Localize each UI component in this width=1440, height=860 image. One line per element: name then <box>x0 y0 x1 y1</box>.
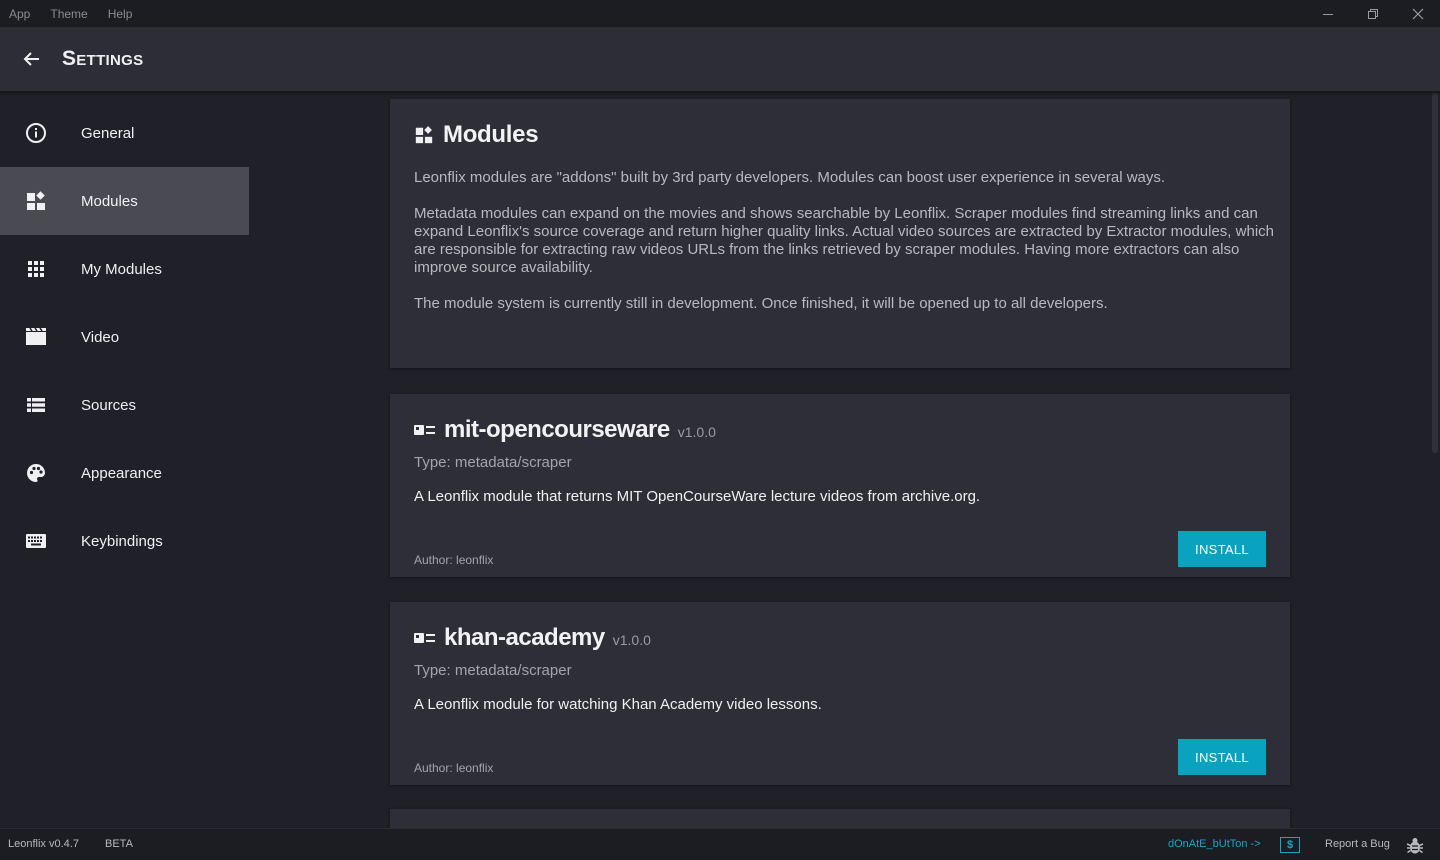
minimize-button[interactable] <box>1305 0 1350 27</box>
settings-sidebar: General Modules My Modules Video Sources <box>0 91 249 828</box>
menu-theme[interactable]: Theme <box>50 7 87 21</box>
bug-icon[interactable] <box>1405 836 1425 856</box>
grid-icon <box>25 258 47 280</box>
back-button[interactable] <box>12 39 52 79</box>
module-card-icon <box>414 633 435 643</box>
sidebar-item-sources[interactable]: Sources <box>0 371 249 439</box>
arrow-left-icon <box>23 52 39 66</box>
intro-paragraph: Metadata modules can expand on the movie… <box>414 205 1274 276</box>
list-icon <box>25 394 47 416</box>
sidebar-item-video[interactable]: Video <box>0 303 249 371</box>
close-icon <box>1412 8 1423 19</box>
sidebar-item-modules[interactable]: Modules <box>0 167 249 235</box>
menu-app[interactable]: App <box>9 7 30 21</box>
settings-header: Settings <box>0 27 1440 91</box>
module-author: Author: leonflix <box>414 553 494 567</box>
sidebar-item-label: General <box>81 124 135 142</box>
palette-icon <box>25 462 47 484</box>
sidebar-item-general[interactable]: General <box>0 99 249 167</box>
modules-icon <box>415 126 433 144</box>
title-bar: App Theme Help <box>0 0 1440 27</box>
sidebar-item-label: Modules <box>81 192 138 210</box>
scrollbar-thumb[interactable] <box>1432 93 1438 453</box>
module-card: mit-opencourseware v1.0.0 Type: metadata… <box>390 394 1290 577</box>
sidebar-item-label: Video <box>81 328 120 346</box>
module-name: khan-academy <box>444 624 605 651</box>
restore-button[interactable] <box>1350 0 1395 27</box>
module-version: v1.0.0 <box>612 632 651 648</box>
sidebar-item-label: Sources <box>81 396 137 414</box>
module-version: v1.0.0 <box>677 424 716 440</box>
modules-intro-card: Modules Leonflix modules are "addons" bu… <box>390 99 1290 368</box>
sidebar-item-keybindings[interactable]: Keybindings <box>0 507 249 575</box>
module-card-icon <box>414 425 435 435</box>
sidebar-item-label: My Modules <box>81 260 162 278</box>
module-type: Type: metadata/scraper <box>414 662 572 679</box>
film-icon <box>25 326 47 348</box>
intro-title-row: Modules <box>414 121 539 149</box>
donate-link[interactable]: dOnAtE_bUtTon -> <box>1168 838 1261 850</box>
close-button[interactable] <box>1395 0 1440 27</box>
module-description: A Leonflix module that returns MIT OpenC… <box>414 488 981 505</box>
page-title: Settings <box>62 47 144 70</box>
modules-icon <box>25 190 47 212</box>
intro-title: Modules <box>443 121 539 148</box>
settings-content[interactable]: Modules Leonflix modules are "addons" bu… <box>249 91 1430 828</box>
report-bug-link[interactable]: Report a Bug <box>1325 838 1390 850</box>
module-card-partial <box>390 809 1290 828</box>
module-title-row: khan-academy v1.0.0 <box>414 624 651 652</box>
module-author: Author: leonflix <box>414 761 494 775</box>
module-card: khan-academy v1.0.0 Type: metadata/scrap… <box>390 602 1290 785</box>
sidebar-item-label: Keybindings <box>81 532 163 550</box>
menu-help[interactable]: Help <box>108 7 133 21</box>
module-title-row: mit-opencourseware v1.0.0 <box>414 416 716 444</box>
status-bar: Leonflix v0.4.7 BETA dOnAtE_bUtTon -> $ … <box>0 828 1440 860</box>
install-button[interactable]: INSTALL <box>1178 739 1266 775</box>
intro-paragraph: Leonflix modules are "addons" built by 3… <box>414 169 1166 186</box>
module-description: A Leonflix module for watching Khan Acad… <box>414 696 822 713</box>
app-version: Leonflix v0.4.7 <box>8 838 79 850</box>
module-name: mit-opencourseware <box>444 416 670 443</box>
window-controls <box>1305 0 1440 27</box>
restore-icon <box>1367 8 1378 19</box>
sidebar-item-my-modules[interactable]: My Modules <box>0 235 249 303</box>
sidebar-item-label: Appearance <box>81 464 162 482</box>
beta-badge: BETA <box>105 838 133 850</box>
dollar-icon[interactable]: $ <box>1280 837 1300 853</box>
intro-paragraph: The module system is currently still in … <box>414 295 1108 312</box>
keyboard-icon <box>25 530 47 552</box>
module-type: Type: metadata/scraper <box>414 454 572 471</box>
sidebar-item-appearance[interactable]: Appearance <box>0 439 249 507</box>
minimize-icon <box>1322 13 1333 15</box>
info-icon <box>25 122 47 144</box>
install-button[interactable]: INSTALL <box>1178 531 1266 567</box>
